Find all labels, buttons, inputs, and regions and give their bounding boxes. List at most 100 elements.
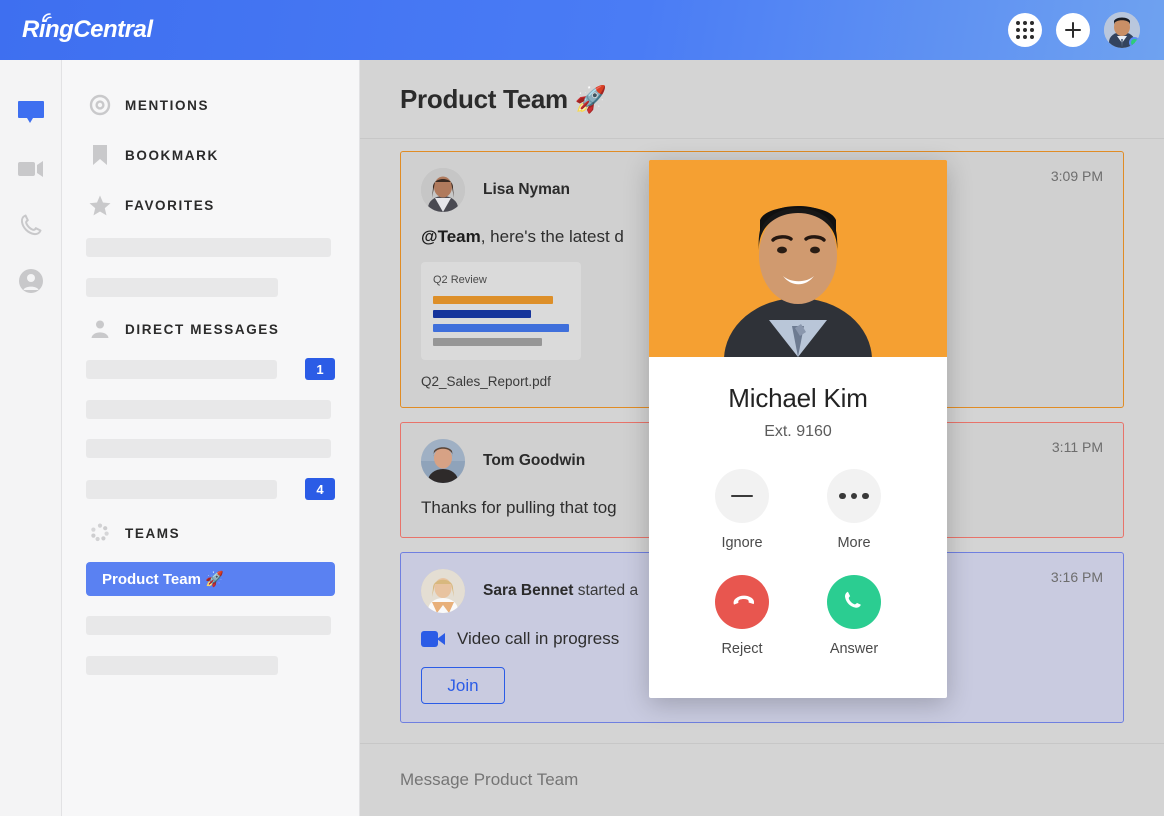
sidebar-placeholder — [86, 238, 331, 257]
dialpad-button[interactable] — [1008, 13, 1042, 47]
video-status-text: Video call in progress — [457, 629, 619, 649]
message-author: Lisa Nyman — [483, 181, 570, 199]
team-placeholder — [86, 616, 331, 635]
sidebar-item-favorites[interactable]: FAVORITES — [62, 188, 359, 222]
message-text-start: Thanks for pulling that tog — [421, 498, 617, 517]
message-timestamp: 3:16 PM — [1051, 569, 1103, 585]
dm-placeholder — [86, 480, 277, 499]
dm-list-item[interactable] — [62, 439, 359, 458]
caller-name: Michael Kim — [649, 383, 947, 414]
dm-placeholder — [86, 400, 331, 419]
message-composer — [360, 743, 1164, 816]
dm-placeholder — [86, 360, 277, 379]
preview-bar — [433, 338, 542, 346]
caller-photo-image — [649, 160, 947, 357]
avatar[interactable] — [1104, 12, 1140, 48]
mention-team: @Team — [421, 227, 481, 246]
reject-label: Reject — [721, 641, 762, 657]
sidebar-label-mentions: MENTIONS — [125, 98, 209, 113]
unread-badge: 1 — [305, 358, 335, 380]
sidebar-label-direct-messages: DIRECT MESSAGES — [125, 322, 280, 337]
sidebar-section-teams[interactable]: TEAMS — [62, 522, 359, 544]
plus-icon — [1064, 21, 1082, 39]
more-button[interactable] — [827, 469, 881, 523]
sidebar-label-teams: TEAMS — [125, 526, 180, 541]
video-icon — [17, 159, 45, 179]
dialpad-icon — [1016, 21, 1034, 39]
sidebar-item-product-team[interactable]: Product Team 🚀 — [86, 562, 335, 596]
phone-icon — [19, 213, 43, 237]
conversation-header: Product Team 🚀 — [360, 60, 1164, 139]
message-avatar — [421, 569, 465, 613]
dm-list-item[interactable] — [62, 400, 359, 419]
more-action: More — [826, 469, 882, 551]
call-actions-row-1: Ignore More — [649, 469, 947, 551]
ellipsis-icon — [839, 493, 869, 500]
caller-photo — [649, 160, 947, 357]
reject-button[interactable] — [715, 575, 769, 629]
add-button[interactable] — [1056, 13, 1090, 47]
teams-icon — [89, 522, 111, 544]
app-window: RingCentral — [0, 0, 1164, 816]
contacts-icon — [18, 268, 44, 294]
page-title: Product Team 🚀 — [400, 84, 607, 115]
message-avatar — [421, 168, 465, 212]
sidebar-label-favorites: FAVORITES — [125, 198, 215, 213]
bookmark-icon — [89, 144, 111, 166]
more-label: More — [837, 535, 870, 551]
ignore-label: Ignore — [721, 535, 762, 551]
video-icon — [421, 631, 445, 647]
message-input[interactable] — [400, 770, 900, 790]
rail-item-phone[interactable] — [16, 210, 46, 240]
message-avatar — [421, 439, 465, 483]
sidebar-label-product-team: Product Team 🚀 — [102, 570, 224, 588]
preview-bar — [433, 324, 569, 332]
file-preview-title: Q2 Review — [433, 274, 569, 286]
unread-badge: 4 — [305, 478, 335, 500]
rail-item-contacts[interactable] — [16, 266, 46, 296]
brand-logo: RingCentral — [22, 16, 153, 44]
dm-placeholder — [86, 439, 331, 458]
answer-call-icon — [840, 588, 868, 616]
decline-call-icon — [727, 587, 757, 617]
author-name: Sara Bennet — [483, 582, 573, 599]
dm-list-item[interactable]: 4 — [62, 478, 359, 500]
person-icon — [89, 318, 111, 340]
answer-button[interactable] — [827, 575, 881, 629]
ignore-action: Ignore — [714, 469, 770, 551]
team-placeholder — [86, 656, 278, 675]
message-timestamp: 3:09 PM — [1051, 168, 1103, 184]
reject-action: Reject — [714, 575, 770, 657]
message-icon — [17, 100, 45, 126]
message-text-rest: , here's the latest d — [481, 227, 624, 246]
minus-icon — [731, 495, 753, 498]
dm-list-item[interactable]: 1 — [62, 358, 359, 380]
ignore-button[interactable] — [715, 469, 769, 523]
top-header: RingCentral — [0, 0, 1164, 60]
sidebar-item-mentions[interactable]: MENTIONS — [62, 88, 359, 122]
answer-label: Answer — [830, 641, 878, 657]
nav-sidebar: MENTIONS BOOKMARK FAVORITES — [62, 60, 360, 816]
file-preview-card[interactable]: Q2 Review — [421, 262, 581, 360]
sidebar-placeholder — [86, 278, 278, 297]
caller-extension: Ext. 9160 — [649, 423, 947, 441]
message-action-text: started a — [573, 582, 638, 599]
preview-bar — [433, 296, 553, 304]
header-actions — [1008, 12, 1140, 48]
sidebar-item-bookmark[interactable]: BOOKMARK — [62, 138, 359, 172]
signal-wave-icon — [42, 13, 54, 22]
message-author: Sara Bennet started a — [483, 582, 638, 600]
message-timestamp: 3:11 PM — [1052, 439, 1103, 455]
presence-indicator — [1129, 37, 1140, 48]
join-button[interactable]: Join — [421, 667, 505, 704]
incoming-call-dialog: Michael Kim Ext. 9160 Ignore More — [649, 160, 947, 698]
call-actions-row-2: Reject Answer — [649, 575, 947, 657]
sidebar-label-bookmark: BOOKMARK — [125, 148, 219, 163]
rail-item-video[interactable] — [16, 154, 46, 184]
answer-action: Answer — [826, 575, 882, 657]
at-icon — [89, 94, 111, 116]
preview-bar — [433, 310, 531, 318]
message-author: Tom Goodwin — [483, 452, 585, 470]
sidebar-section-direct-messages[interactable]: DIRECT MESSAGES — [62, 318, 359, 340]
rail-item-message[interactable] — [16, 98, 46, 128]
